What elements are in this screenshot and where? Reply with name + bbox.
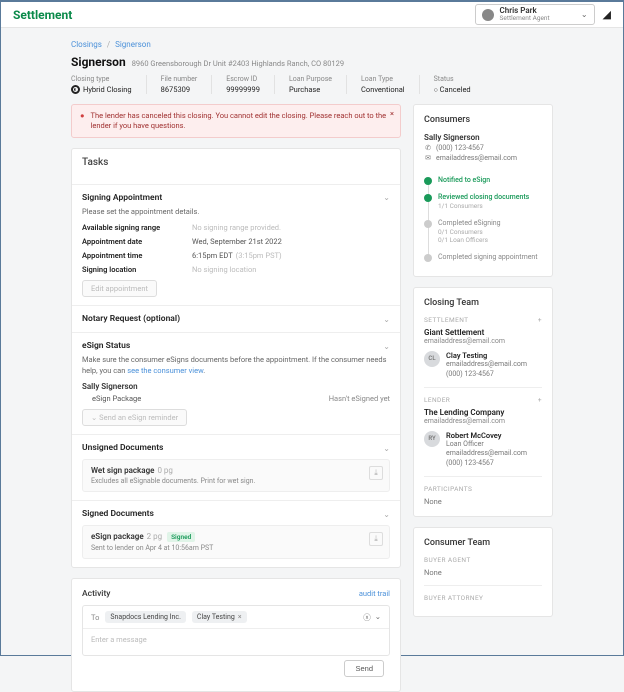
wet-sign-package: Wet sign package0 pg Excludes all eSigna…: [82, 459, 390, 492]
signed-documents-section: Signed Documents⌄ eSign package2 pgSigne…: [72, 500, 400, 567]
chevron-down-icon[interactable]: ⌄: [375, 612, 381, 623]
chevron-down-icon: ⌄: [383, 193, 390, 202]
esign-package: eSign package2 pgSigned Sent to lender o…: [82, 525, 390, 559]
send-esign-reminder-button: ⌄ Send an eSign reminder: [82, 409, 187, 426]
add-icon[interactable]: +: [538, 316, 542, 324]
consumers-card: Consumers Sally Signerson ✆(000) 123-456…: [413, 104, 553, 277]
clear-recipients-icon[interactable]: ⓧ: [363, 612, 371, 623]
closing-address: 8960 Greensborough Dr Unit #2403 Highlan…: [132, 59, 344, 68]
avatar-icon: RY: [424, 431, 440, 447]
unsigned-documents-section: Unsigned Documents⌄ Wet sign package0 pg…: [72, 434, 400, 500]
user-menu[interactable]: Chris Park Settlement Agent ⌄: [475, 4, 595, 25]
closing-meta: Closing typeHybrid Closing File number86…: [71, 75, 553, 94]
team-person: RY Robert McCoveyLoan Officeremailaddres…: [424, 431, 542, 468]
timeline-dot-icon: [424, 194, 432, 202]
avatar-icon: CL: [424, 351, 440, 367]
add-icon[interactable]: +: [538, 396, 542, 404]
esign-status-section: eSign Status⌄ Make sure the consumer eSi…: [72, 332, 400, 434]
recipient-chip: Clay Testing×: [192, 611, 247, 623]
status-badge: Canceled: [434, 85, 471, 94]
chevron-down-icon: ⌄: [581, 10, 588, 19]
breadcrumb-closings[interactable]: Closings: [71, 40, 102, 49]
brand-logo[interactable]: Settlement: [13, 8, 72, 22]
error-icon: ●: [80, 111, 85, 131]
signed-badge: Signed: [167, 532, 195, 542]
chevron-down-icon: ⌄: [383, 342, 390, 351]
page-title: Signerson: [71, 55, 126, 69]
send-button[interactable]: Send: [344, 660, 384, 677]
timeline-step: Reviewed closing documents1/1 Consumers: [424, 189, 542, 215]
breadcrumb-current: Signerson: [115, 40, 151, 49]
recipient-chip: Snapdocs Lending Inc.: [105, 611, 186, 623]
hybrid-icon: [71, 85, 80, 94]
timeline-step: Completed eSigning0/1 Consumers0/1 Loan …: [424, 215, 542, 249]
audit-trail-link[interactable]: audit trail: [359, 589, 390, 599]
user-role: Settlement Agent: [500, 15, 550, 22]
timeline-dot-icon: [424, 254, 432, 262]
edit-appointment-button: Edit appointment: [82, 280, 157, 297]
notifications-icon[interactable]: ◢: [603, 8, 611, 21]
timeline-step: Completed signing appointment: [424, 249, 542, 266]
download-icon[interactable]: ⤓: [369, 532, 383, 546]
remove-chip-icon[interactable]: ×: [238, 613, 242, 621]
consumer-team-card: Consumer Team BUYER AGENT None BUYER ATT…: [413, 527, 553, 617]
avatar-icon: [482, 9, 494, 21]
canceled-alert: ● The lender has canceled this closing. …: [71, 104, 401, 138]
activity-card: Activityaudit trail To Snapdocs Lending …: [71, 578, 401, 692]
timeline-step: Notified to eSign: [424, 172, 542, 189]
email-icon: ✉: [424, 154, 432, 162]
message-input[interactable]: Enter a message: [83, 629, 389, 655]
breadcrumb: Closings / Signerson: [71, 36, 553, 53]
closing-team-card: Closing Team SETTLEMENT+ Giant Settlemen…: [413, 287, 553, 517]
download-icon[interactable]: ⤓: [369, 466, 383, 480]
timeline-dot-icon: [424, 220, 432, 228]
app-header: Settlement Chris Park Settlement Agent ⌄…: [1, 2, 623, 28]
close-icon[interactable]: ×: [390, 109, 394, 119]
chevron-down-icon: ⌄: [383, 444, 390, 453]
consumer-view-link[interactable]: see the consumer view: [127, 366, 203, 375]
team-person: CL Clay Testingemailaddress@email.com(00…: [424, 351, 542, 379]
chevron-down-icon: ⌄: [383, 510, 390, 519]
chevron-down-icon: ⌄: [383, 315, 390, 324]
phone-icon: ✆: [424, 144, 432, 152]
notary-request-section: Notary Request (optional)⌄: [72, 305, 400, 332]
signing-appointment-section: Signing Appointment⌄ Please set the appo…: [72, 184, 400, 306]
tasks-card: Tasks Signing Appointment⌄ Please set th…: [71, 148, 401, 569]
timeline-dot-icon: [424, 177, 432, 185]
